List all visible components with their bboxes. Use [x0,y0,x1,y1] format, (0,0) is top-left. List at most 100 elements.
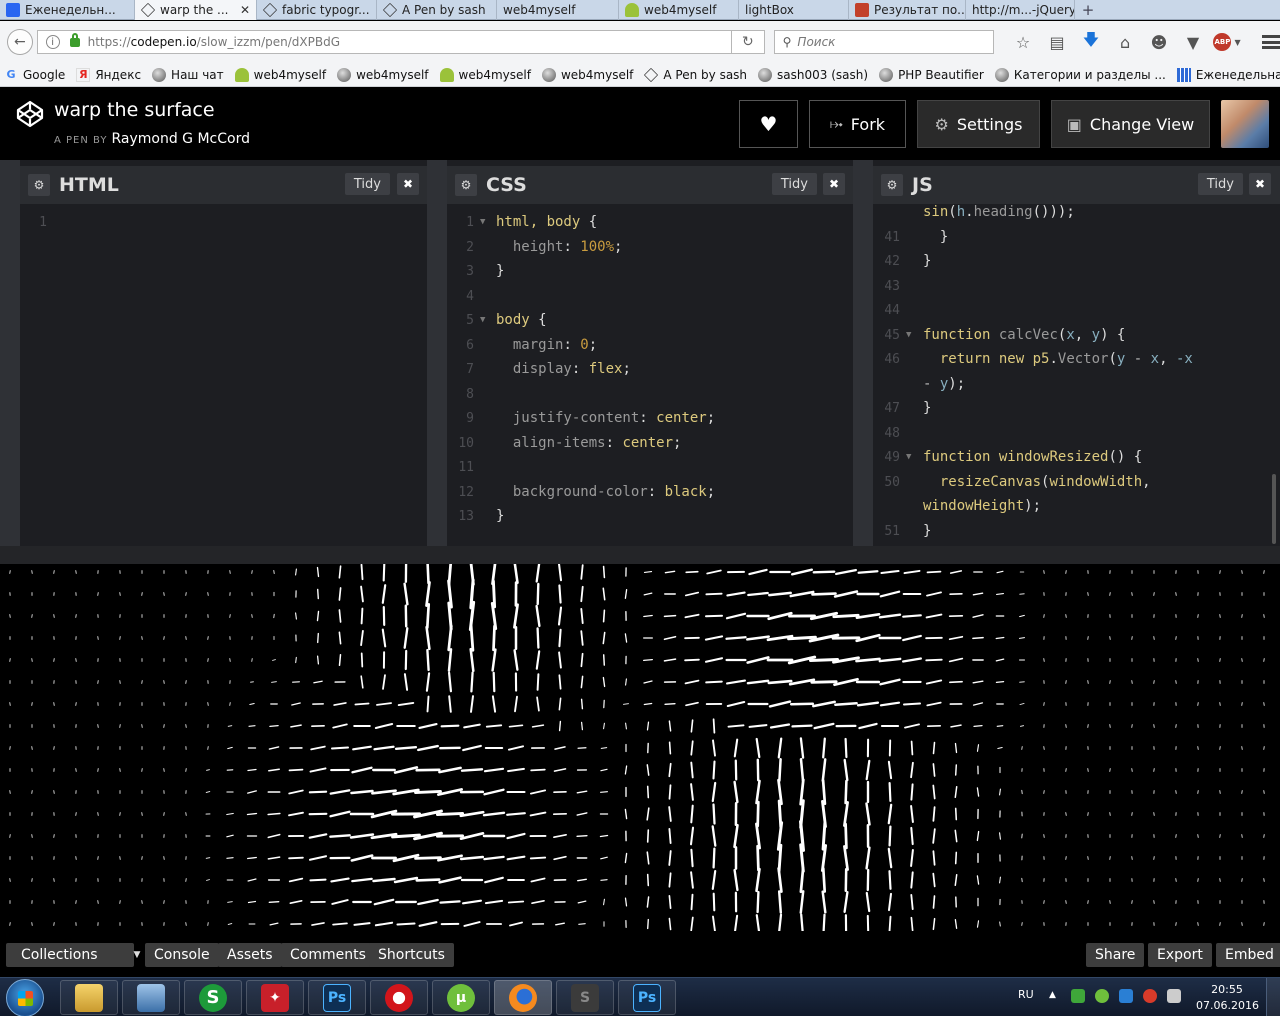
fold-arrow-icon[interactable]: ▼ [480,217,485,227]
bookmark-item[interactable]: Наш чат [152,67,224,82]
new-tab-button[interactable]: + [1075,0,1101,19]
bookmark-item[interactable]: Я Яндекс [76,67,141,82]
firefox-icon[interactable] [494,980,552,1015]
css-close-icon[interactable]: ✖ [823,173,845,195]
explorer-icon[interactable] [60,980,118,1015]
bookmark-item[interactable]: G Google [4,68,65,82]
browser-tab[interactable]: http://m...-jQuery/ [966,0,1075,20]
console-button[interactable]: Console [145,943,219,967]
assets-button[interactable]: Assets [218,943,282,967]
editor-resize-handle[interactable] [853,160,873,546]
browser-tab[interactable]: Еженедельн... [0,0,135,20]
result-resize-handle[interactable] [0,546,1280,564]
show-desktop-button[interactable] [1266,978,1280,1016]
opera-tray-icon[interactable] [1143,989,1157,1003]
s-app-icon[interactable]: S [184,980,242,1015]
change-view-button[interactable]: ▣ Change View [1051,100,1210,148]
photoshop-icon[interactable]: Ps [308,980,366,1015]
browser-tab[interactable]: web4myself [497,0,619,20]
export-button[interactable]: Export [1148,943,1212,967]
address-bar[interactable]: i https://codepen.io/slow_izzm/pen/dXPBd… [36,30,733,54]
bookmark-item[interactable]: A Pen by sash [644,67,747,82]
css-code-area[interactable]: 1 ▼ html, body {2 height: 100%; 3} 4 5 ▼ body {… [447,204,853,546]
vector-stroke [425,625,431,651]
flag-icon[interactable] [1071,989,1085,1003]
info-icon[interactable]: i [45,35,60,49]
opera-icon[interactable] [370,980,428,1015]
shortcuts-button[interactable]: Shortcuts [369,943,454,967]
heart-button[interactable]: ♥ [739,100,798,148]
utorrent-icon[interactable]: μ [432,980,490,1015]
bookmark-item[interactable]: web4myself [234,67,326,82]
html-close-icon[interactable]: ✖ [397,173,419,195]
embed-button[interactable]: Embed [1216,943,1280,967]
close-tab-icon[interactable]: ✕ [240,3,250,17]
fold-arrow-icon[interactable]: ▼ [480,315,485,325]
bookmark-item[interactable]: Еженедельная подбо... [1176,67,1280,82]
js-close-icon[interactable]: ✖ [1249,173,1271,195]
adblock-icon[interactable]: ABP ▼ [1210,27,1244,57]
html-settings-icon[interactable]: ⚙ [28,174,50,196]
js-tidy-button[interactable]: Tidy [1197,173,1243,195]
line-number: 49 [884,450,900,465]
js-settings-icon[interactable]: ⚙ [881,174,903,196]
html-code-area[interactable]: 1 [20,204,427,546]
pdf-icon[interactable]: ✦ [246,980,304,1015]
pen-author-link[interactable]: Raymond G McCord [111,131,250,147]
bookmark-item[interactable]: web4myself [541,67,633,82]
bookmark-item[interactable]: sash003 (sash) [758,67,868,82]
fork-button[interactable]: ⤠ Fork [809,100,906,148]
reload-button[interactable]: ↻ [732,30,765,54]
bookmark-item[interactable]: Категории и разделы ... [994,67,1166,82]
tray-expand-icon[interactable]: ▲ [1049,990,1056,1000]
codepen-logo-icon[interactable] [16,100,44,128]
bookmark-item[interactable]: web4myself [337,67,429,82]
network-tray-icon[interactable] [1119,989,1133,1003]
settings-button[interactable]: ⚙ Settings [917,100,1040,148]
photoshop-icon[interactable]: Ps [618,980,676,1015]
browser-tab[interactable]: web4myself [619,0,739,20]
browser-tab[interactable]: lightBox [739,0,849,20]
vector-stroke [625,678,627,686]
start-button[interactable] [6,979,44,1016]
browser-tab[interactable]: A Pen by sash [377,0,497,20]
html-tidy-button[interactable]: Tidy [344,173,390,195]
system-clock[interactable]: 20:55 07.06.2016 [1196,982,1259,1014]
fold-arrow-icon[interactable]: ▼ [906,452,911,462]
js-scrollbar[interactable] [1272,474,1276,544]
vector-stroke [976,830,980,842]
chat-icon[interactable]: ☻ [1142,27,1176,57]
fold-arrow-icon[interactable]: ▼ [906,330,911,340]
bookmark-star-icon[interactable]: ☆ [1006,27,1040,57]
comments-button[interactable]: Comments [281,943,375,967]
collections-button[interactable]: Collections ▼ [6,943,140,967]
share-button[interactable]: Share [1086,943,1145,967]
sublime-icon[interactable]: S [556,980,614,1015]
css-tidy-button[interactable]: Tidy [771,173,817,195]
search-input[interactable]: ⚲ Поиск [773,30,995,54]
menu-icon[interactable] [1262,35,1280,49]
bookmark-item[interactable]: web4myself [439,67,531,82]
downloads-icon[interactable]: 🡇 [1074,27,1108,57]
utorrent-tray-icon[interactable] [1095,989,1109,1003]
language-indicator[interactable]: RU [1018,988,1034,1001]
vector-stroke [995,681,1005,683]
editor-resize-handle[interactable] [427,160,447,546]
browser-tab[interactable]: fabric typogr... [257,0,377,20]
js-code-area[interactable]: sin(h.heading())); 41 } 42} 43 44 45 ▼ function… [873,204,1280,546]
code-line: html, body { [496,214,597,230]
bookmark-item[interactable]: PHP Beautifier [879,67,984,82]
volume-icon[interactable] [1167,989,1181,1003]
browser-tab[interactable]: Результат по... [849,0,966,20]
pocket-icon[interactable]: ▼ [1176,27,1210,57]
home-icon[interactable]: ⌂ [1108,27,1142,57]
code-token: : [571,361,589,377]
css-settings-icon[interactable]: ⚙ [455,174,477,196]
network-icon[interactable] [122,980,180,1015]
result-preview[interactable] [0,564,1280,931]
user-avatar[interactable] [1221,100,1269,148]
back-button[interactable]: ← [7,29,33,55]
editor-resize-handle[interactable] [0,160,20,546]
reading-list-icon[interactable]: ▤ [1040,27,1074,57]
browser-tab[interactable]: warp the ... ✕ [135,0,257,20]
